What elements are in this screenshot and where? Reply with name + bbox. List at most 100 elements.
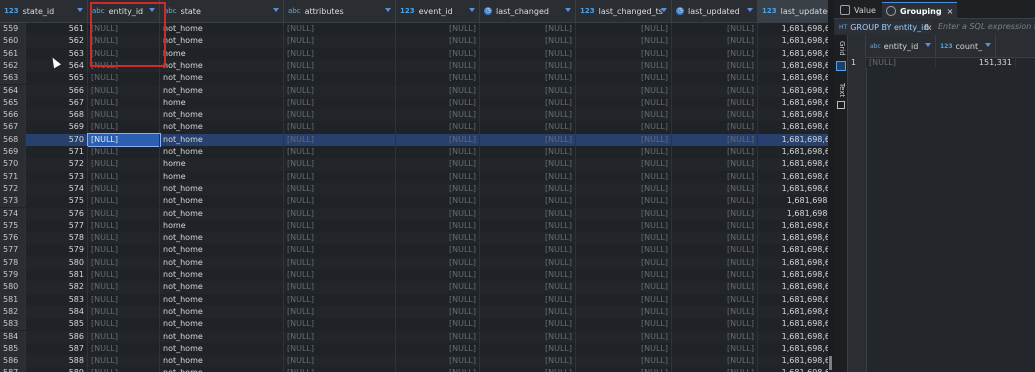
table-row[interactable]: 563 565 [NULL] not_home [NULL] [NULL] [NULL] [N… [0,72,828,85]
last-changed-cell[interactable]: [NULL] [480,219,576,233]
last-updated-ts-cell[interactable]: 1,681,698,698.665 [758,97,828,109]
last-updated-ts-cell[interactable]: 1,681,698,698.671 [758,232,828,244]
last-updated-cell[interactable]: [NULL] [672,219,758,233]
event-id-cell[interactable]: [NULL] [396,72,480,85]
table-row[interactable]: 567 569 [NULL] not_home [NULL] [NULL] [NULL] [N… [0,121,828,134]
last-changed-ts-cell[interactable]: [NULL] [576,244,672,257]
state-cell[interactable]: not_home [160,256,284,269]
state-id-cell[interactable]: 589 [26,367,88,372]
attributes-cell[interactable]: [NULL] [284,47,396,60]
last-changed-cell[interactable]: [NULL] [480,59,576,73]
attributes-cell[interactable]: [NULL] [284,72,396,85]
attributes-cell[interactable]: [NULL] [284,318,396,331]
event-id-cell[interactable]: [NULL] [396,367,480,372]
event-id-cell[interactable]: [NULL] [396,109,480,122]
attributes-cell[interactable]: [NULL] [284,109,396,122]
state-id-cell[interactable]: 567 [26,96,88,110]
last-updated-ts-cell[interactable]: 1,681,698,698.67 [758,208,828,220]
column-header-state-id[interactable]: 123 state_id [0,0,88,22]
last-changed-cell[interactable]: [NULL] [480,35,576,48]
last-updated-cell[interactable]: [NULL] [672,367,758,372]
table-row[interactable]: 572 574 [NULL] not_home [NULL] [NULL] [NULL] [N… [0,182,828,196]
attributes-cell[interactable]: [NULL] [284,269,396,282]
event-id-cell[interactable]: [NULL] [396,232,480,245]
attributes-cell[interactable]: [NULL] [284,182,396,196]
state-id-cell[interactable]: 562 [26,35,88,48]
last-updated-ts-cell[interactable]: 1,681,698,698.673 [758,281,828,293]
event-id-cell[interactable]: [NULL] [396,182,480,196]
last-changed-cell[interactable]: [NULL] [480,244,576,257]
last-updated-cell[interactable]: [NULL] [672,72,758,85]
table-row[interactable]: 579 581 [NULL] not_home [NULL] [NULL] [NULL] [N… [0,269,828,282]
state-id-cell[interactable]: 584 [26,305,88,319]
entity-id-cell[interactable]: [NULL] [88,84,160,97]
last-changed-ts-cell[interactable]: [NULL] [576,121,672,134]
event-id-cell[interactable]: [NULL] [396,158,480,171]
last-changed-ts-cell[interactable]: [NULL] [576,146,672,159]
table-row[interactable]: 566 568 [NULL] not_home [NULL] [NULL] [NULL] [N… [0,109,828,122]
column-header-entity-id[interactable]: abc entity_id [88,0,160,22]
last-updated-cell[interactable]: [NULL] [672,355,758,368]
last-updated-ts-cell[interactable]: 1,681,698,698.669 [758,171,828,183]
state-id-cell[interactable]: 578 [26,232,88,245]
state-cell[interactable]: not_home [160,121,284,134]
last-changed-cell[interactable]: [NULL] [480,269,576,282]
table-row[interactable]: 570 572 [NULL] home [NULL] [NULL] [NULL] [NULL]… [0,158,828,171]
entity-id-cell[interactable]: [NULL] [88,256,160,269]
attributes-cell[interactable]: [NULL] [284,195,396,208]
state-id-cell[interactable]: 573 [26,170,88,183]
event-id-cell[interactable]: [NULL] [396,47,480,60]
last-changed-ts-cell[interactable]: [NULL] [576,293,672,306]
table-row[interactable]: 569 571 [NULL] not_home [NULL] [NULL] [NULL] [N… [0,146,828,159]
last-updated-ts-cell[interactable]: 1,681,698,698.664 [758,60,828,72]
last-changed-ts-cell[interactable]: [NULL] [576,281,672,294]
filter-input[interactable]: Enter a SQL expression to filt [936,21,1035,33]
last-updated-ts-cell[interactable]: 1,681,698,698.666 [758,109,828,121]
state-id-cell[interactable]: 574 [26,182,88,196]
attributes-cell[interactable]: [NULL] [284,355,396,368]
event-id-cell[interactable]: [NULL] [396,256,480,269]
column-header-attributes[interactable]: abc attributes [284,0,396,22]
state-cell[interactable]: not_home [160,146,284,159]
entity-id-cell[interactable]: [NULL] [88,35,160,48]
entity-id-cell[interactable]: [NULL] [88,207,160,220]
event-id-cell[interactable]: [NULL] [396,195,480,208]
attributes-cell[interactable]: [NULL] [284,59,396,73]
last-changed-cell[interactable]: [NULL] [480,109,576,122]
state-cell[interactable]: not_home [160,342,284,356]
last-updated-ts-cell[interactable]: 1,681,698,698.664 [758,48,828,60]
last-updated-cell[interactable]: [NULL] [672,109,758,122]
column-header-last-changed[interactable]: ◷ last_changed [480,0,576,22]
last-updated-ts-cell[interactable]: 1,681,698,698.675 [758,343,828,355]
event-id-cell[interactable]: [NULL] [396,305,480,319]
last-changed-ts-cell[interactable]: [NULL] [576,330,672,343]
state-cell[interactable]: not_home [160,293,284,306]
state-id-cell[interactable]: 572 [26,158,88,171]
last-changed-cell[interactable]: [NULL] [480,342,576,356]
last-changed-ts-cell[interactable]: [NULL] [576,182,672,196]
table-row[interactable]: 562 564 [NULL] not_home [NULL] [NULL] [NULL] [N… [0,59,828,73]
filter-icon[interactable] [565,8,571,12]
event-id-cell[interactable]: [NULL] [396,281,480,294]
last-changed-cell[interactable]: [NULL] [480,170,576,183]
attributes-cell[interactable]: [NULL] [284,158,396,171]
entity-id-cell[interactable]: [NULL] [88,195,160,208]
state-cell[interactable]: not_home [160,355,284,368]
last-changed-cell[interactable]: [NULL] [480,207,576,220]
entity-id-cell[interactable]: [NULL] [88,109,160,122]
attributes-cell[interactable]: [NULL] [284,342,396,356]
entity-id-cell[interactable]: [NULL] [88,330,160,343]
event-id-cell[interactable]: [NULL] [396,84,480,97]
last-changed-ts-cell[interactable]: [NULL] [576,133,672,146]
last-changed-ts-cell[interactable]: [NULL] [576,109,672,122]
entity-id-cell[interactable]: [NULL] [88,232,160,245]
last-changed-ts-cell[interactable]: [NULL] [576,47,672,60]
attributes-cell[interactable]: [NULL] [284,121,396,134]
state-cell[interactable]: not_home [160,207,284,220]
state-cell[interactable]: not_home [160,305,284,319]
column-header-last-changed-ts[interactable]: 123 last_changed_ts [576,0,672,22]
entity-id-cell[interactable]: [NULL] [88,121,160,134]
attributes-cell[interactable]: [NULL] [284,219,396,233]
entity-id-cell[interactable]: [NULL] [88,281,160,294]
last-updated-ts-cell[interactable]: 1,681,698,698.672 [758,257,828,269]
